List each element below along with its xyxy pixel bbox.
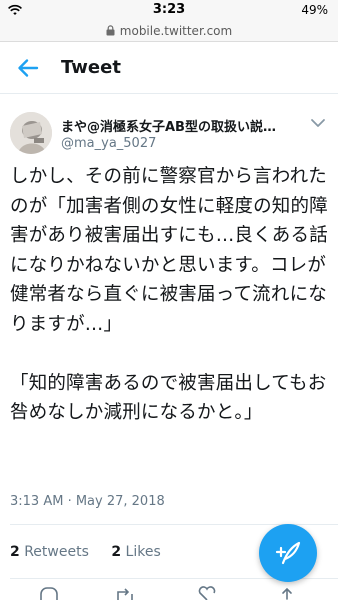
author-handle[interactable]: @ma_ya_5027	[61, 136, 156, 151]
retweets-count: 2	[10, 544, 20, 560]
status-bar: 3:23 49%	[0, 0, 338, 20]
tweet-stats: 2 Retweets 2 Likes	[10, 544, 179, 560]
share-icon[interactable]	[276, 586, 298, 600]
avatar-image	[10, 112, 52, 154]
chevron-down-icon[interactable]	[310, 118, 326, 128]
battery-percent: 49%	[301, 3, 328, 17]
like-icon[interactable]	[196, 586, 218, 600]
retweets-stat[interactable]: 2 Retweets	[10, 544, 89, 560]
compose-tweet-button[interactable]	[259, 524, 317, 582]
likes-stat[interactable]: 2 Likes	[111, 544, 160, 560]
author-display-name[interactable]: まや@消極系女子AB型の取扱い説…	[61, 116, 301, 135]
likes-count: 2	[111, 544, 122, 560]
retweets-label: Retweets	[24, 544, 89, 560]
tweet-text: しかし、その前に警察官から言われたのが「加害者側の女性に軽度の知的障害があり被害…	[10, 166, 328, 423]
status-time: 3:23	[152, 2, 186, 17]
tweet-author[interactable]: まや@消極系女子AB型の取扱い説… @ma_ya_5027	[0, 108, 338, 158]
back-arrow-icon[interactable]	[17, 57, 39, 79]
page-header: Tweet	[0, 42, 338, 94]
tweet-actions	[0, 586, 338, 600]
likes-label: Likes	[125, 544, 161, 560]
retweet-icon[interactable]	[114, 586, 136, 600]
compose-tweet-icon	[275, 541, 301, 565]
tweet-timestamp[interactable]: 3:13 AM · May 27, 2018	[10, 494, 165, 509]
avatar[interactable]	[10, 112, 52, 154]
url-text: mobile.twitter.com	[119, 23, 233, 38]
reply-icon[interactable]	[38, 586, 60, 600]
page-title: Tweet	[61, 57, 121, 78]
url-bar[interactable]: mobile.twitter.com	[0, 20, 338, 42]
lock-icon	[106, 25, 115, 36]
